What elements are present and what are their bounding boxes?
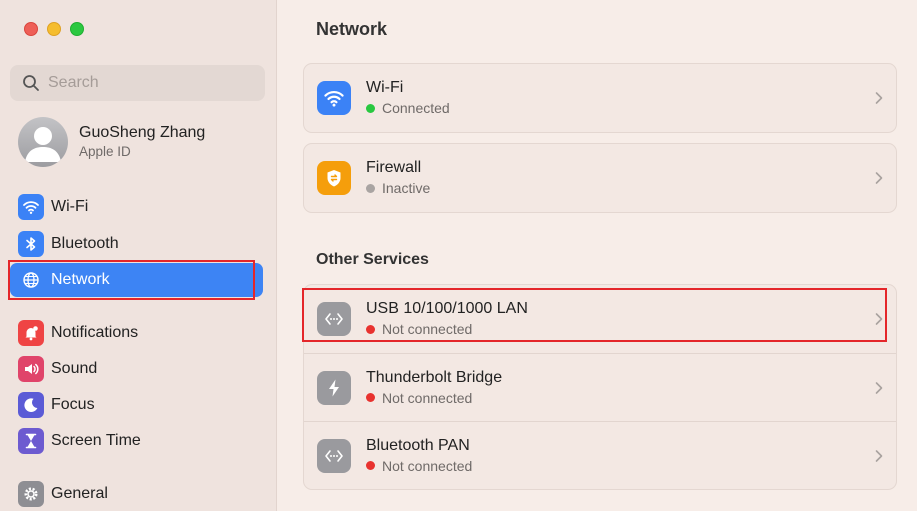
apple-id-account[interactable]: GuoSheng Zhang Apple ID xyxy=(18,117,205,167)
sidebar-item-label: Notifications xyxy=(51,324,139,341)
sidebar-item-focus[interactable]: Focus xyxy=(10,388,263,422)
service-status-text: Connected xyxy=(382,100,450,116)
firewall-card: Firewall Inactive xyxy=(303,143,897,213)
close-window-button[interactable] xyxy=(24,22,38,36)
sidebar-item-label: Sound xyxy=(51,360,98,377)
service-title: Bluetooth PAN xyxy=(366,436,470,454)
search-field[interactable] xyxy=(10,65,265,101)
moon-icon xyxy=(18,392,44,418)
service-status-text: Inactive xyxy=(382,180,431,196)
search-icon xyxy=(23,75,39,91)
service-title: Thunderbolt Bridge xyxy=(366,368,503,386)
wifi-icon xyxy=(18,194,44,220)
bell-icon xyxy=(18,320,44,346)
service-row-bluetooth-pan[interactable]: Bluetooth PAN Not connected xyxy=(304,421,896,489)
ethernet-icon xyxy=(317,438,351,473)
account-name: GuoSheng Zhang xyxy=(79,124,206,141)
service-row-firewall[interactable]: Firewall Inactive xyxy=(304,144,896,212)
person-icon xyxy=(25,127,61,162)
service-status: Inactive xyxy=(366,178,430,198)
sidebar-item-sound[interactable]: Sound xyxy=(10,352,263,386)
bluetooth-icon xyxy=(18,231,44,257)
avatar xyxy=(18,117,68,167)
chevron-right-icon xyxy=(875,172,883,184)
sidebar-item-label: Focus xyxy=(51,396,95,413)
service-status-text: Not connected xyxy=(382,457,473,474)
wifi-card: Wi-Fi Connected xyxy=(303,63,897,133)
status-dot xyxy=(366,461,375,470)
chevron-right-icon xyxy=(875,381,883,394)
sidebar-item-general[interactable]: General xyxy=(10,477,263,511)
other-services-heading: Other Services xyxy=(316,251,429,268)
service-row-thunderbolt-bridge[interactable]: Thunderbolt Bridge Not connected xyxy=(304,353,896,421)
chevron-right-icon xyxy=(875,449,883,462)
zoom-window-button[interactable] xyxy=(70,22,84,36)
sidebar: GuoSheng Zhang Apple ID Wi-Fi Bluetooth … xyxy=(0,0,277,511)
sidebar-item-notifications[interactable]: Notifications xyxy=(10,316,263,350)
service-status-text: Not connected xyxy=(382,321,473,337)
sidebar-item-label: Bluetooth xyxy=(51,235,119,252)
speaker-icon xyxy=(18,356,44,382)
status-dot xyxy=(366,324,375,334)
search-input[interactable] xyxy=(48,74,248,92)
globe-icon xyxy=(18,267,44,293)
sidebar-item-label: Network xyxy=(51,271,110,288)
service-status: Not connected xyxy=(366,456,472,476)
service-status: Not connected xyxy=(366,319,528,339)
account-subtitle: Apple ID xyxy=(79,144,131,159)
other-services-card: USB 10/100/1000 LAN Not connected Thunde… xyxy=(303,284,897,490)
hourglass-icon xyxy=(18,428,44,454)
chevron-right-icon xyxy=(875,92,883,104)
service-title: USB 10/100/1000 LAN xyxy=(366,300,528,317)
service-row-usb-lan[interactable]: USB 10/100/1000 LAN Not connected xyxy=(304,285,896,353)
service-status-text: Not connected xyxy=(382,389,473,406)
ethernet-icon xyxy=(317,302,351,336)
sidebar-item-label: General xyxy=(51,485,108,502)
sidebar-item-network[interactable]: Network xyxy=(10,263,263,297)
wifi-icon xyxy=(317,81,351,115)
window-controls xyxy=(24,22,84,36)
page-title: Network xyxy=(316,19,388,39)
sidebar-item-screen-time[interactable]: Screen Time xyxy=(10,424,263,458)
status-dot xyxy=(366,103,375,113)
status-dot xyxy=(366,393,375,402)
minimize-window-button[interactable] xyxy=(47,22,61,36)
sidebar-item-bluetooth[interactable]: Bluetooth xyxy=(10,227,263,261)
service-title: Wi-Fi xyxy=(366,79,404,96)
sidebar-item-wifi[interactable]: Wi-Fi xyxy=(10,190,263,224)
firewall-icon xyxy=(317,161,351,195)
sidebar-item-label: Screen Time xyxy=(51,432,141,449)
service-status: Connected xyxy=(366,98,450,118)
thunderbolt-icon xyxy=(317,370,351,405)
service-row-wifi[interactable]: Wi-Fi Connected xyxy=(304,64,896,132)
service-status: Not connected xyxy=(366,388,502,408)
chevron-right-icon xyxy=(875,313,883,325)
sidebar-item-label: Wi-Fi xyxy=(51,198,89,215)
status-dot xyxy=(366,183,375,193)
gear-icon xyxy=(18,481,44,507)
service-title: Firewall xyxy=(366,159,422,176)
